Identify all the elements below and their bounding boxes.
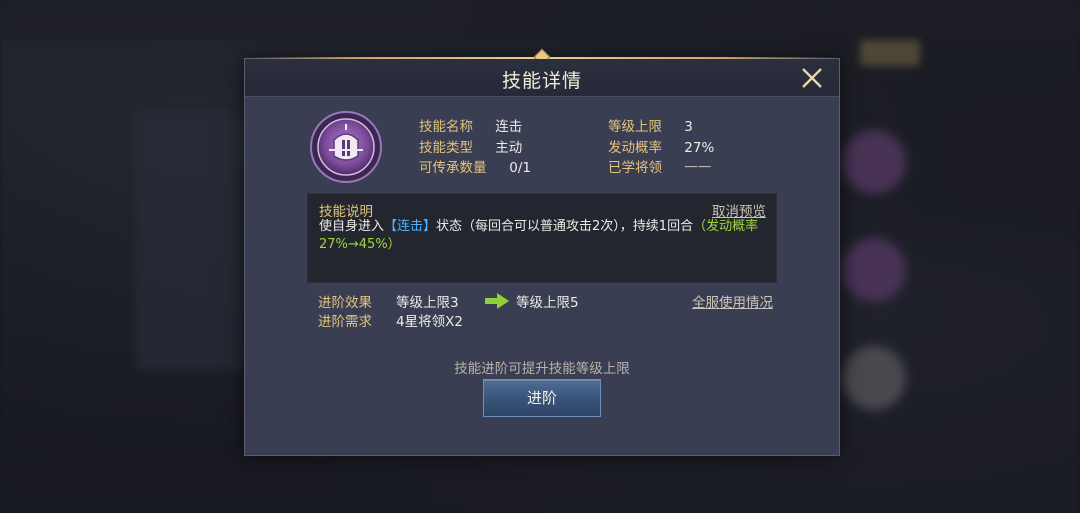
close-icon (802, 68, 822, 88)
description-prefix: 使自身进入 (319, 219, 385, 234)
advance-effect-label: 进阶效果 (318, 295, 372, 311)
description-title: 技能说明 (319, 204, 373, 220)
skill-name-label: 技能名称 (419, 119, 473, 135)
level-cap-label: 等级上限 (608, 119, 662, 135)
description-middle: 状态（每回合可以普通攻击2次），持续1回合 (436, 219, 694, 234)
advance-requirement-value: 4星将领X2 (396, 314, 463, 330)
advance-hint: 技能进阶可提升技能等级上限 (454, 361, 630, 377)
arrow-right-icon (485, 293, 509, 309)
skill-detail-dialog: 技能详情 技能名称 连击 技能类型 主动 可传承数量 0/1 等级上限 3 发动… (244, 48, 840, 456)
advance-requirement-label: 进阶需求 (318, 314, 372, 330)
advance-effect-to: 等级上限5 (516, 295, 579, 311)
skill-type-value: 主动 (495, 140, 523, 156)
inherit-count-value: 0/1 (509, 160, 532, 176)
dialog-header: 技能详情 (245, 59, 839, 97)
skill-type-label: 技能类型 (419, 140, 473, 156)
learned-generals-value: 一一 (684, 160, 712, 176)
cancel-preview-link[interactable]: 取消预览 (712, 200, 766, 220)
description-text: 使自身进入【连击】状态（每回合可以普通攻击2次），持续1回合（发动概率27%→4… (319, 218, 769, 254)
advance-effect-from: 等级上限3 (396, 295, 459, 311)
server-usage-link[interactable]: 全服使用情况 (692, 291, 773, 311)
knight-helmet-icon (310, 111, 382, 183)
skill-icon (309, 110, 383, 184)
dialog-title: 技能详情 (501, 70, 582, 92)
skill-name-value: 连击 (495, 119, 523, 135)
skill-description-box: 技能说明 取消预览 使自身进入【连击】状态（每回合可以普通攻击2次），持续1回合… (307, 193, 777, 283)
level-cap-value: 3 (684, 119, 693, 135)
description-skill-highlight: 【连击】 (384, 219, 437, 234)
inherit-count-label: 可传承数量 (419, 160, 487, 176)
advance-button[interactable]: 进阶 (483, 379, 601, 417)
trigger-rate-value: 27% (684, 140, 715, 156)
trigger-rate-label: 发动概率 (608, 140, 662, 156)
learned-generals-label: 已学将领 (608, 160, 662, 176)
close-button[interactable] (799, 65, 825, 91)
